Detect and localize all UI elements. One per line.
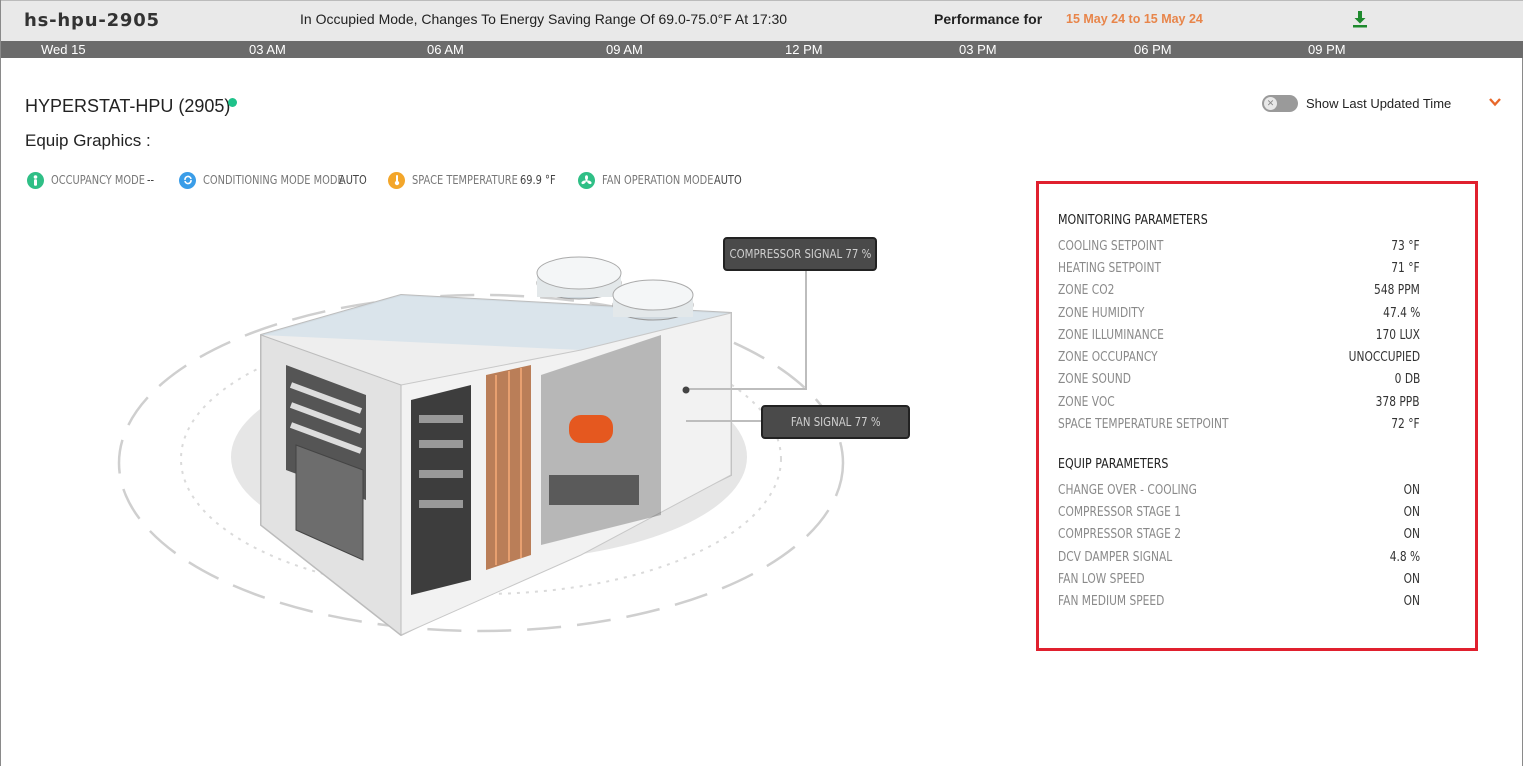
status-point-label: CONDITIONING MODE MODE — [203, 173, 344, 187]
chevron-down-icon[interactable] — [1488, 96, 1502, 108]
status-point-label: SPACE TEMPERATURE — [412, 173, 518, 187]
status-point-value: -- — [147, 173, 155, 187]
fan-signal-callout: FAN SIGNAL 77 % — [761, 405, 910, 439]
device-title: hs-hpu-2905 — [24, 10, 160, 31]
param-name: SPACE TEMPERATURE SETPOINT — [1058, 417, 1229, 432]
param-row: ZONE OCCUPANCY UNOCCUPIED — [1058, 350, 1420, 368]
param-value: UNOCCUPIED — [1348, 350, 1420, 365]
parameters-panel: MONITORING PARAMETERS COOLING SETPOINT 7… — [1036, 181, 1478, 651]
schedule-message: In Occupied Mode, Changes To Energy Savi… — [300, 11, 788, 27]
param-row: DCV DAMPER SIGNAL 4.8 % — [1058, 550, 1420, 568]
app-frame: hs-hpu-2905 In Occupied Mode, Changes To… — [0, 0, 1523, 766]
param-row: CHANGE OVER - COOLING ON — [1058, 483, 1420, 501]
compressor-signal-text: COMPRESSOR SIGNAL 77 % — [729, 247, 871, 261]
close-icon: ✕ — [1264, 97, 1277, 110]
timeline-tick: 06 PM — [1134, 42, 1172, 57]
param-name: ZONE ILLUMINANCE — [1058, 328, 1164, 343]
param-value: ON — [1403, 505, 1420, 520]
status-point-fan-mode: FAN OPERATION MODE AUTO — [578, 170, 742, 190]
status-point-space-temp: SPACE TEMPERATURE 69.9 °F — [388, 170, 556, 190]
param-row: ZONE HUMIDITY 47.4 % — [1058, 306, 1420, 324]
status-point-conditioning: CONDITIONING MODE MODE AUTO — [179, 170, 375, 190]
param-name: COOLING SETPOINT — [1058, 239, 1164, 254]
equip-graphics-label: Equip Graphics : — [25, 131, 151, 150]
param-row: COOLING SETPOINT 73 °F — [1058, 239, 1420, 257]
param-row: FAN MEDIUM SPEED ON — [1058, 594, 1420, 612]
param-row: SPACE TEMPERATURE SETPOINT 72 °F — [1058, 417, 1420, 435]
status-point-value: AUTO — [714, 173, 742, 187]
param-value: 73 °F — [1391, 239, 1420, 254]
param-row: COMPRESSOR STAGE 2 ON — [1058, 527, 1420, 545]
param-value: ON — [1403, 483, 1420, 498]
download-icon[interactable] — [1352, 10, 1368, 28]
param-name: HEATING SETPOINT — [1058, 261, 1161, 276]
param-name: ZONE CO2 — [1058, 283, 1115, 298]
param-name: FAN LOW SPEED — [1058, 572, 1145, 587]
param-value: ON — [1403, 572, 1420, 587]
param-value: 0 DB — [1394, 372, 1420, 387]
param-name: ZONE HUMIDITY — [1058, 306, 1145, 321]
param-value: 170 LUX — [1375, 328, 1420, 343]
param-name: ZONE VOC — [1058, 395, 1115, 410]
show-last-updated-toggle[interactable]: ✕ — [1262, 95, 1298, 112]
param-name: ZONE SOUND — [1058, 372, 1131, 387]
fan-signal-text: FAN SIGNAL 77 % — [790, 415, 881, 429]
param-value: 378 PPB — [1376, 395, 1420, 410]
hpu-equipment-graphic — [117, 256, 845, 637]
param-value: 71 °F — [1391, 261, 1420, 276]
param-value: 4.8 % — [1389, 550, 1420, 565]
equip-name: HYPERSTAT-HPU (2905) — [25, 96, 231, 116]
param-row: ZONE CO2 548 PPM — [1058, 283, 1420, 301]
param-value: 72 °F — [1391, 417, 1420, 432]
param-name: COMPRESSOR STAGE 2 — [1058, 527, 1182, 542]
performance-date-range[interactable]: 15 May 24 to 15 May 24 — [1066, 12, 1203, 26]
param-name: COMPRESSOR STAGE 1 — [1058, 505, 1182, 520]
cycle-icon — [179, 171, 196, 189]
param-value: 47.4 % — [1382, 306, 1420, 321]
timeline-tick: Wed 15 — [41, 42, 86, 57]
timeline-tick: 09 PM — [1308, 42, 1346, 57]
param-value: ON — [1403, 527, 1420, 542]
param-value: 548 PPM — [1374, 283, 1420, 298]
param-value: ON — [1403, 594, 1420, 609]
param-name: ZONE OCCUPANCY — [1058, 350, 1158, 365]
equip-parameters-title: EQUIP PARAMETERS — [1058, 457, 1169, 472]
param-name: DCV DAMPER SIGNAL — [1058, 550, 1173, 565]
timeline-tick: 03 AM — [249, 42, 286, 57]
online-status-dot — [228, 98, 237, 107]
param-row: ZONE ILLUMINANCE 170 LUX — [1058, 328, 1420, 346]
timeline-tick: 06 AM — [427, 42, 464, 57]
param-row: FAN LOW SPEED ON — [1058, 572, 1420, 590]
status-point-label: FAN OPERATION MODE — [602, 173, 714, 187]
performance-label: Performance for — [934, 11, 1043, 27]
compressor-signal-callout: COMPRESSOR SIGNAL 77 % — [723, 237, 877, 271]
param-row: ZONE SOUND 0 DB — [1058, 372, 1420, 390]
status-point-occupancy: OCCUPANCY MODE -- — [27, 170, 166, 190]
thermometer-icon — [388, 171, 405, 189]
timeline-tick: 09 AM — [606, 42, 643, 57]
person-icon — [27, 171, 44, 189]
timeline-tick: 12 PM — [785, 42, 823, 57]
param-name: FAN MEDIUM SPEED — [1058, 594, 1165, 609]
status-point-value: 69.9 °F — [520, 173, 556, 187]
timeline-bar[interactable]: Wed 15 03 AM 06 AM 09 AM 12 PM 03 PM 06 … — [1, 41, 1523, 58]
param-row: COMPRESSOR STAGE 1 ON — [1058, 505, 1420, 523]
param-row: ZONE VOC 378 PPB — [1058, 395, 1420, 413]
fan-icon — [578, 171, 595, 189]
timeline-tick: 03 PM — [959, 42, 997, 57]
status-point-value: AUTO — [339, 173, 367, 187]
top-header: hs-hpu-2905 In Occupied Mode, Changes To… — [1, 0, 1523, 41]
param-row: HEATING SETPOINT 71 °F — [1058, 261, 1420, 279]
status-point-label: OCCUPANCY MODE — [51, 173, 145, 187]
show-last-updated-label: Show Last Updated Time — [1306, 96, 1452, 111]
monitoring-parameters-title: MONITORING PARAMETERS — [1058, 213, 1208, 228]
param-name: CHANGE OVER - COOLING — [1058, 483, 1197, 498]
